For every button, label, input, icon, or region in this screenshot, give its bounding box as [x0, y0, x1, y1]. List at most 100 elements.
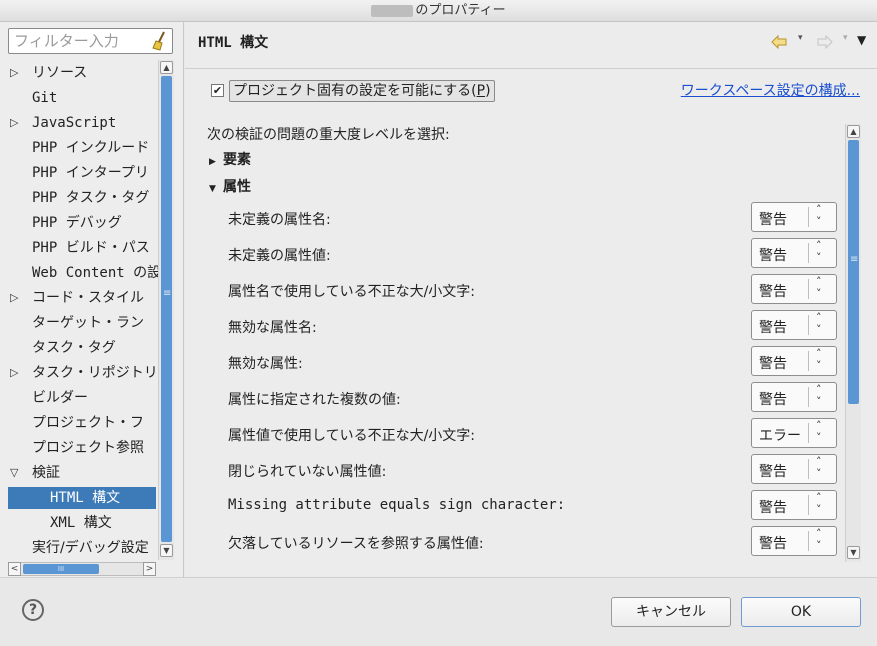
- scroll-left-icon[interactable]: <: [8, 562, 21, 576]
- tree-item-label: ビルダー: [32, 390, 88, 406]
- tree-item-label: PHP インタープリ: [32, 165, 149, 181]
- collapsed-twisty-icon[interactable]: ▷: [10, 287, 22, 309]
- severity-select[interactable]: 警告 ˄ ˅: [751, 346, 837, 376]
- severity-select-value: 警告: [759, 284, 787, 300]
- project-specific-checkbox[interactable]: ✔: [211, 84, 224, 97]
- tree-item-label: リソース: [32, 65, 88, 81]
- dialog-button-bar: ? キャンセル OK: [0, 577, 877, 646]
- severity-select[interactable]: 警告 ˄ ˅: [751, 202, 837, 232]
- scroll-down-icon[interactable]: ▼: [160, 544, 173, 557]
- scroll-grip-icon: ≡: [163, 288, 172, 299]
- back-menu-chevron-icon[interactable]: ▾: [798, 33, 803, 43]
- content-vertical-scrollbar[interactable]: ▲ ≡ ▼: [845, 124, 861, 562]
- severity-select-value: 警告: [759, 464, 787, 480]
- severity-select[interactable]: 警告 ˄ ˅: [751, 274, 837, 304]
- expanded-twisty-icon[interactable]: ▽: [10, 462, 22, 484]
- severity-row-label: 属性名で使用している不正な大/小文字:: [228, 284, 476, 300]
- tree-item[interactable]: ▽ 検証: [8, 462, 158, 484]
- mnemonic-key: P: [476, 83, 486, 99]
- tree-item[interactable]: プロジェクト・フ: [8, 412, 158, 434]
- tree-horizontal-scrollbar[interactable]: < III >: [8, 562, 156, 576]
- tree-item-label: JavaScript: [32, 115, 117, 131]
- tree-item[interactable]: ▷ タスク・リポジトリ: [8, 362, 158, 384]
- expanded-triangle-icon: ▼: [209, 184, 216, 194]
- severity-select[interactable]: 警告 ˄ ˅: [751, 238, 837, 268]
- tree-item[interactable]: PHP インタープリ: [8, 162, 158, 184]
- header-separator: [185, 68, 877, 69]
- section-elements[interactable]: ▶ 要素: [209, 149, 251, 169]
- severity-select[interactable]: 警告 ˄ ˅: [751, 310, 837, 340]
- collapsed-twisty-icon[interactable]: ▷: [10, 112, 22, 134]
- severity-row-label: 属性値で使用している不正な大/小文字:: [228, 428, 476, 444]
- severity-row-label: 無効な属性名:: [228, 320, 317, 336]
- tree-item[interactable]: ▷ JavaScript: [8, 112, 158, 134]
- workspace-settings-link[interactable]: ワークスペース設定の構成...: [681, 80, 860, 100]
- tree-item[interactable]: ▷ リソース: [8, 62, 158, 84]
- back-arrow-icon[interactable]: [771, 35, 787, 49]
- select-divider: [808, 243, 809, 263]
- tree-item[interactable]: Git: [8, 87, 158, 109]
- severity-select-value: 警告: [759, 356, 787, 372]
- tree-item[interactable]: ▷ コード・スタイル: [8, 287, 158, 309]
- collapsed-twisty-icon[interactable]: ▷: [10, 362, 22, 384]
- tree-item[interactable]: HTML 構文: [8, 487, 156, 509]
- tree-item[interactable]: ビルダー: [8, 387, 158, 409]
- section-attributes-label: 属性: [223, 179, 251, 195]
- severity-row: 欠落しているリソースを参照する属性値: 警告 ˄ ˅: [185, 526, 845, 556]
- filter-box[interactable]: [8, 28, 173, 54]
- tree-item[interactable]: Web Content の設: [8, 262, 158, 284]
- tree-item-label: PHP タスク・タグ: [32, 190, 150, 206]
- tree-item-label: コード・スタイル: [32, 290, 144, 306]
- collapsed-twisty-icon[interactable]: ▷: [10, 62, 22, 84]
- section-attributes[interactable]: ▼ 属性: [209, 176, 251, 196]
- clear-filter-icon[interactable]: [151, 31, 169, 51]
- up-down-chevron-icon: ˄ ˅: [816, 527, 822, 552]
- scroll-up-icon[interactable]: ▲: [160, 61, 173, 74]
- scroll-up-icon[interactable]: ▲: [847, 125, 860, 138]
- tree-item[interactable]: PHP インクルード: [8, 137, 158, 159]
- tree-item-label: PHP ビルド・パス: [32, 240, 150, 256]
- tree-item[interactable]: ターゲット・ラン: [8, 312, 158, 334]
- tree-item-label: XML 構文: [50, 515, 112, 531]
- tree-item[interactable]: PHP デバッグ: [8, 212, 158, 234]
- severity-row: 属性に指定された複数の値: 警告 ˄ ˅: [185, 382, 845, 412]
- tree-vertical-scrollbar[interactable]: ▲ ≡ ▼: [158, 60, 174, 560]
- view-menu-icon[interactable]: ▼: [857, 33, 866, 47]
- tree-item[interactable]: XML 構文: [8, 512, 158, 534]
- severity-select-value: エラー: [759, 428, 801, 444]
- tree-item[interactable]: プロジェクト参照: [8, 437, 158, 459]
- scroll-right-icon[interactable]: >: [143, 562, 156, 576]
- severity-row-label: Missing attribute equals sign character:: [228, 497, 566, 513]
- cancel-button[interactable]: キャンセル: [611, 597, 731, 627]
- help-icon[interactable]: ?: [22, 599, 44, 621]
- tree-item-label: Web Content の設: [32, 265, 158, 281]
- scroll-grip-icon: ≡: [850, 254, 859, 265]
- tree-item[interactable]: 実行/デバッグ設定: [8, 537, 158, 559]
- tree-item[interactable]: PHP タスク・タグ: [8, 187, 158, 209]
- select-divider: [808, 531, 809, 551]
- tree-item-label: プロジェクト参照: [32, 440, 144, 456]
- tree-item-label: PHP デバッグ: [32, 215, 122, 231]
- scroll-down-icon[interactable]: ▼: [847, 546, 860, 559]
- select-divider: [808, 459, 809, 479]
- select-divider: [808, 423, 809, 443]
- scroll-thumb[interactable]: III: [23, 564, 99, 574]
- severity-row: 属性名で使用している不正な大/小文字: 警告 ˄ ˅: [185, 274, 845, 304]
- tree-item-label: 実行/デバッグ設定: [32, 540, 149, 556]
- scroll-thumb[interactable]: [848, 140, 859, 404]
- tree-item-label: Git: [32, 90, 58, 106]
- tree-item[interactable]: タスク・タグ: [8, 337, 158, 359]
- severity-select[interactable]: エラー ˄ ˅: [751, 418, 837, 448]
- filter-input[interactable]: [9, 29, 147, 53]
- property-tree: ▷ リソース Git ▷ JavaScript PHP インクルード PHP インタープリ P…: [0, 60, 158, 560]
- ok-button[interactable]: OK: [741, 597, 861, 627]
- severity-select[interactable]: 警告 ˄ ˅: [751, 490, 837, 520]
- severity-select[interactable]: 警告 ˄ ˅: [751, 454, 837, 484]
- severity-select[interactable]: 警告 ˄ ˅: [751, 382, 837, 412]
- severity-row: 閉じられていない属性値: 警告 ˄ ˅: [185, 454, 845, 484]
- scroll-thumb[interactable]: [161, 76, 172, 542]
- window-title: のプロパティー: [415, 3, 506, 18]
- severity-select[interactable]: 警告 ˄ ˅: [751, 526, 837, 556]
- project-specific-label[interactable]: プロジェクト固有の設定を可能にする(P): [229, 80, 495, 102]
- tree-item[interactable]: PHP ビルド・パス: [8, 237, 158, 259]
